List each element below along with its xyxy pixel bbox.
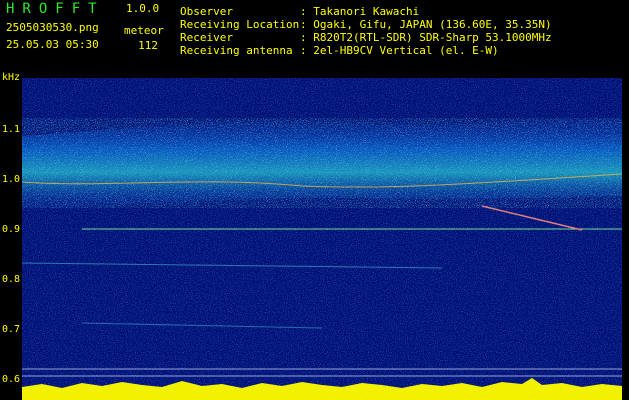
info-row-location: Receiving Location: Ogaki, Gifu, JAPAN (…	[180, 18, 552, 31]
info-row-observer: Observer : Takanori Kawachi	[180, 5, 552, 18]
info-label: Receiving antenna	[180, 44, 293, 57]
y-tick-label: 1.0	[1, 174, 20, 185]
y-tick-label: 0.7	[1, 324, 20, 335]
info-value: : Takanori Kawachi	[300, 5, 420, 18]
info-label: Receiver	[180, 31, 233, 44]
info-row-receiver: Receiver : R820T2(RTL-SDR) SDR-Sharp 53.1…	[180, 31, 552, 44]
meteor-count: 112	[138, 39, 158, 52]
y-tick-label: 0.9	[1, 224, 20, 235]
spectrogram	[22, 78, 622, 400]
y-axis-unit: kHz	[2, 72, 21, 83]
spectrogram-canvas	[22, 78, 622, 400]
info-value: : Ogaki, Gifu, JAPAN (136.60E, 35.35N)	[300, 18, 552, 31]
station-info: Observer : Takanori Kawachi Receiving Loc…	[180, 5, 552, 57]
meteor-label: meteor	[124, 24, 164, 37]
y-tick-label: 1.1	[1, 124, 20, 135]
info-value: : R820T2(RTL-SDR) SDR-Sharp 53.1000MHz	[300, 31, 552, 44]
app-version: 1.0.0	[126, 2, 160, 15]
info-label: Receiving Location	[180, 18, 300, 31]
date-time: 25.05.03 05:30	[6, 38, 99, 51]
y-tick-label: 0.8	[1, 274, 20, 285]
info-label: Observer	[180, 5, 233, 18]
app-logo: HROFFT	[6, 1, 105, 17]
image-filename: 2505030530.png	[6, 21, 99, 34]
info-row-antenna: Receiving antenna : 2el-HB9CV Vertical (e…	[180, 44, 552, 57]
y-tick-label: 0.6	[1, 374, 20, 385]
info-value: : 2el-HB9CV Vertical (el. E-W)	[300, 44, 499, 57]
header: HROFFT 1.0.0 2505030530.png 25.05.03 05:…	[0, 0, 629, 62]
